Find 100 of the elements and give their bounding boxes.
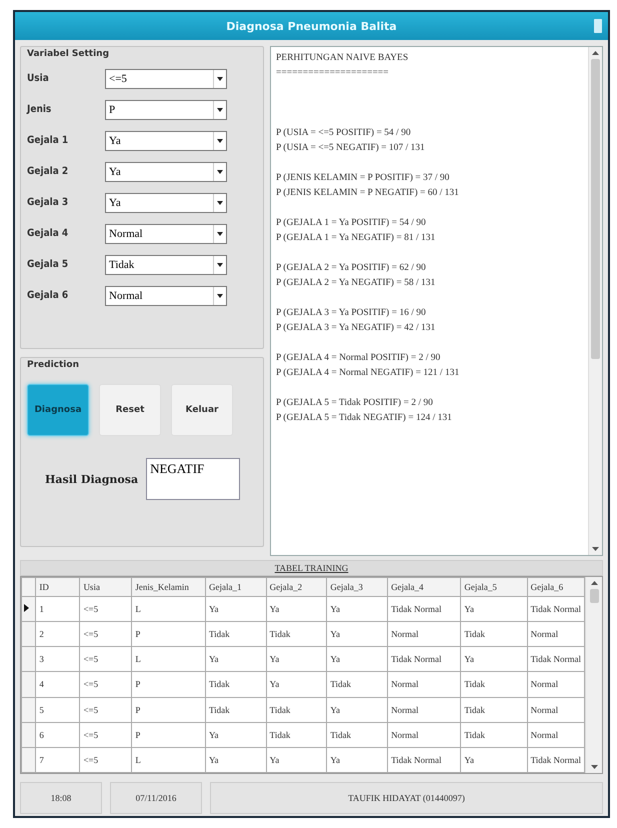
table-cell: P [132,697,206,722]
table-cell: <=5 [80,646,132,672]
field-label: Gejala 1 [27,135,70,146]
table-cell: Ya [460,596,528,622]
column-header[interactable]: Gejala_4 [388,578,461,596]
calculation-line: P (GEJALA 1 = Ya NEGATIF) = 81 / 131 [276,232,436,245]
table-cell: Ya [205,722,266,748]
dropdown-field[interactable]: P [105,100,227,120]
table-cell: Tidak [205,697,266,722]
dropdown-field[interactable]: Normal [105,224,227,244]
group-title: Prediction [27,360,80,372]
table-cell: Normal [388,697,461,722]
calculation-line: P (GEJALA 1 = Ya POSITIF) = 54 / 90 [276,217,427,230]
field-label: Jenis [27,104,52,115]
table-cell: Ya [266,596,327,622]
caret-icon [213,256,226,274]
caret-icon [213,162,226,180]
caret-icon [213,132,226,150]
calculation-line: P (JENIS KELAMIN = P POSITIF) = 37 / 90 [276,172,450,185]
calculation-line: ===================== [276,67,390,80]
table-cell: <=5 [80,722,132,748]
table-cell: Tidak [266,697,327,722]
table-cell: <=5 [80,747,132,772]
dropdown-field[interactable]: <=5 [105,68,227,88]
table-cell: <=5 [80,596,132,622]
table-cell: Ya [326,646,388,672]
table-cell: Ya [460,747,528,772]
calculation-line: P (GEJALA 2 = Ya POSITIF) = 62 / 90 [276,262,427,275]
table-cell: L [132,747,206,772]
table-cell: <=5 [80,622,132,647]
result-label: Hasil Diagnosa [45,472,138,486]
table-cell: Ya [205,747,266,772]
column-header[interactable]: Gejala_3 [326,578,388,596]
dropdown-field[interactable]: Ya [105,192,227,212]
table-cell: Ya [326,596,388,622]
calculation-line: P (GEJALA 2 = Ya NEGATIF) = 58 / 131 [276,277,436,290]
table-cell: L [132,596,206,622]
table-cell: <=5 [80,672,132,698]
dropdown-field[interactable]: Ya [105,130,227,150]
table-cell: L [132,646,206,672]
table-cell: Ya [205,596,266,622]
table-cell: 2 [36,622,80,647]
table-cell: Normal [388,722,461,748]
column-header[interactable]: Usia [80,578,132,596]
column-header[interactable]: Gejala_5 [460,578,528,596]
table-cell: Normal [388,622,461,647]
field-label: Gejala 3 [27,197,70,208]
field-label: Gejala 6 [27,290,70,301]
caret-icon [213,70,226,88]
result-field[interactable]: NEGATIF [146,458,240,500]
table-cell: Ya [460,646,528,672]
dropdown-field[interactable]: Ya [105,162,227,182]
table-cell: Tidak [460,672,528,698]
caret-icon [213,224,226,242]
column-header[interactable]: Gejala_2 [266,578,327,596]
column-header[interactable]: Jenis_Kelamin [132,578,206,596]
table-cell: 6 [36,722,80,748]
column-header[interactable]: ID [36,578,80,596]
caret-icon [213,100,226,118]
scrollbar[interactable] [585,577,602,773]
action-button[interactable]: Keluar [171,384,233,436]
calculation-line: P (USIA = <=5 POSITIF) = 54 / 90 [276,127,412,140]
calculation-line: PERHITUNGAN NAIVE BAYES [276,52,410,65]
table-cell: P [132,672,206,698]
caret-icon [213,194,226,212]
calculation-line: P (GEJALA 3 = Ya POSITIF) = 16 / 90 [276,307,427,320]
column-header[interactable]: Gejala_6 [527,578,584,596]
table-cell: 5 [36,697,80,722]
calculation-text-area[interactable] [270,46,603,556]
status-panel: 18:08 [20,782,102,814]
table-cell: Tidak Normal [388,596,461,622]
scroll-thumb[interactable] [591,59,600,359]
calculation-line: P (GEJALA 5 = Tidak NEGATIF) = 124 / 131 [276,412,453,425]
calculation-line: P (GEJALA 5 = Tidak POSITIF) = 2 / 90 [276,397,434,410]
column-header[interactable]: Gejala_1 [205,578,266,596]
table-cell: Tidak Normal [388,646,461,672]
calculation-line: P (USIA = <=5 NEGATIF) = 107 / 131 [276,142,426,155]
dropdown-field[interactable]: Tidak [105,254,227,274]
action-button[interactable]: Reset [99,384,161,436]
table-cell: 4 [36,672,80,698]
field-label: Gejala 2 [27,166,70,177]
table-cell: P [132,722,206,748]
scrollbar[interactable] [588,47,602,555]
calculation-line: P (GEJALA 4 = Normal NEGATIF) = 121 / 131 [276,367,460,380]
dropdown-field[interactable]: Normal [105,286,227,306]
table-title: TABEL TRAINING [274,563,348,573]
table-cell: Tidak [460,722,528,748]
table-cell: 7 [36,747,80,772]
action-button[interactable]: Diagnosa [27,384,89,436]
table-cell: P [132,622,206,647]
scroll-thumb[interactable] [590,589,598,603]
table-cell: Tidak [205,672,266,698]
table-cell: Ya [326,697,388,722]
field-label: Gejala 5 [27,259,70,270]
calculation-line: P (JENIS KELAMIN = P NEGATIF) = 60 / 131 [276,187,460,200]
table-cell: Tidak Normal [388,747,461,772]
table-cell: Normal [388,672,461,698]
table-cell: Tidak [326,672,388,698]
caret-icon [213,286,226,304]
table-cell: Ya [266,646,327,672]
